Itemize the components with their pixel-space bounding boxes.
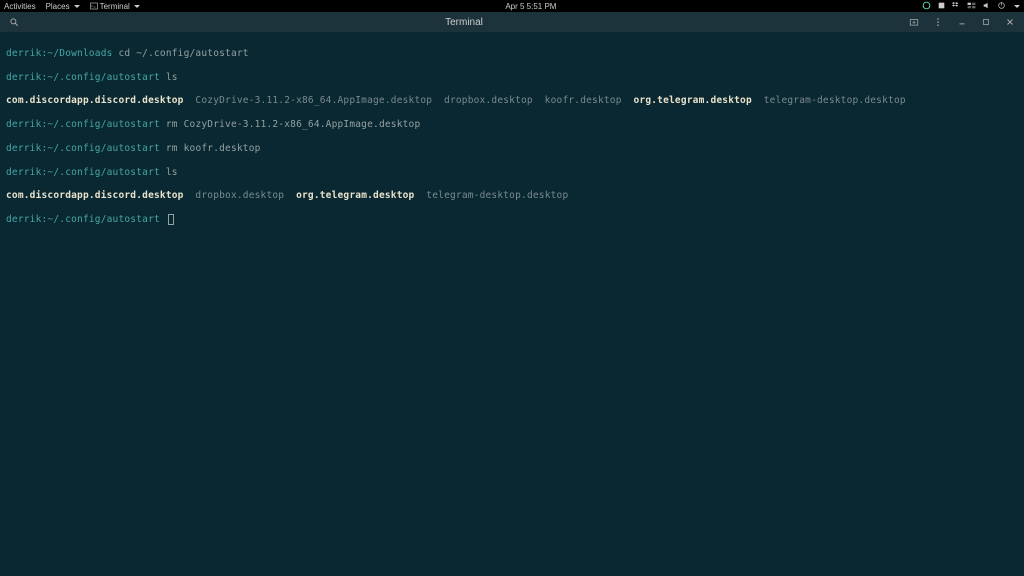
ls-output: telegram-desktop.desktop [752, 95, 906, 106]
window-titlebar: Terminal [0, 12, 1024, 32]
terminal-line: derrik:~/.config/autostart rm koofr.desk… [6, 143, 1018, 155]
command-text: cd ~/.config/autostart [113, 48, 249, 59]
ls-output: org.telegram.desktop [633, 95, 751, 106]
terminal-cursor [168, 214, 174, 225]
terminal-label: Terminal [100, 2, 130, 11]
terminal-line: derrik:~/.config/autostart ls [6, 72, 1018, 84]
maximize-button[interactable] [980, 17, 992, 27]
ls-output: com.discordapp.discord.desktop [6, 95, 184, 106]
minimize-button[interactable] [956, 17, 968, 27]
prompt: derrik:~/.config/autostart [6, 72, 160, 83]
tray-icon[interactable] [937, 1, 946, 12]
terminal-line: derrik:~/.config/autostart [6, 214, 1018, 226]
command-text: rm CozyDrive-3.11.2-x86_64.AppImage.desk… [160, 119, 420, 130]
terminal-line: com.discordapp.discord.desktop dropbox.d… [6, 190, 1018, 202]
menu-button[interactable] [932, 17, 944, 27]
prompt: derrik:~/.config/autostart [6, 143, 160, 154]
places-label: Places [46, 2, 70, 11]
new-tab-icon [909, 17, 919, 27]
chevron-down-icon [74, 5, 80, 8]
titlebar-right [908, 17, 1016, 27]
command-text [160, 214, 166, 225]
dropbox-icon[interactable] [952, 1, 961, 12]
command-text: ls [160, 72, 178, 83]
dropbox-tray-icon[interactable] [922, 1, 931, 12]
ls-output: org.telegram.desktop [296, 190, 414, 201]
terminal-line: com.discordapp.discord.desktop CozyDrive… [6, 95, 1018, 107]
workspace-icon[interactable] [967, 1, 976, 12]
panel-right [922, 1, 1020, 12]
ls-output: telegram-desktop.desktop [414, 190, 568, 201]
new-tab-button[interactable] [908, 17, 920, 27]
clock[interactable]: Apr 5 5:51 PM [140, 2, 922, 11]
power-icon[interactable] [997, 1, 1006, 12]
close-button[interactable] [1004, 17, 1016, 27]
terminal-viewport[interactable]: derrik:~/Downloads cd ~/.config/autostar… [0, 32, 1024, 242]
close-icon [1005, 17, 1015, 27]
chevron-down-icon [1014, 5, 1020, 8]
maximize-icon [981, 17, 991, 27]
terminal-line: derrik:~/.config/autostart rm CozyDrive-… [6, 119, 1018, 131]
kebab-menu-icon [933, 17, 943, 27]
command-text: rm koofr.desktop [160, 143, 261, 154]
places-menu[interactable]: Places [46, 2, 80, 11]
prompt: derrik:~/.config/autostart [6, 119, 160, 130]
terminal-line: derrik:~/Downloads cd ~/.config/autostar… [6, 48, 1018, 60]
titlebar-left [8, 17, 20, 27]
search-button[interactable] [8, 17, 20, 27]
search-icon [9, 17, 19, 27]
volume-icon[interactable] [982, 1, 991, 12]
activities-button[interactable]: Activities [4, 2, 36, 11]
prompt: derrik:~/.config/autostart [6, 167, 160, 178]
minimize-icon [957, 17, 967, 27]
command-text: ls [160, 167, 178, 178]
prompt: derrik:~/.config/autostart [6, 214, 160, 225]
prompt: derrik:~/Downloads [6, 48, 113, 59]
ls-output: CozyDrive-3.11.2-x86_64.AppImage.desktop… [184, 95, 634, 106]
activities-label: Activities [4, 2, 36, 11]
gnome-top-panel: Activities Places Terminal Apr 5 5:51 PM [0, 0, 1024, 12]
terminal-menu[interactable]: Terminal [90, 2, 140, 11]
terminal-line: derrik:~/.config/autostart ls [6, 167, 1018, 179]
ls-output: com.discordapp.discord.desktop [6, 190, 184, 201]
window-title-label: Terminal [445, 17, 483, 28]
terminal-app-icon [90, 2, 98, 10]
ls-output: dropbox.desktop [184, 190, 296, 201]
panel-left: Activities Places Terminal [4, 2, 140, 11]
window-title: Terminal [20, 17, 908, 28]
clock-label: Apr 5 5:51 PM [505, 2, 556, 11]
